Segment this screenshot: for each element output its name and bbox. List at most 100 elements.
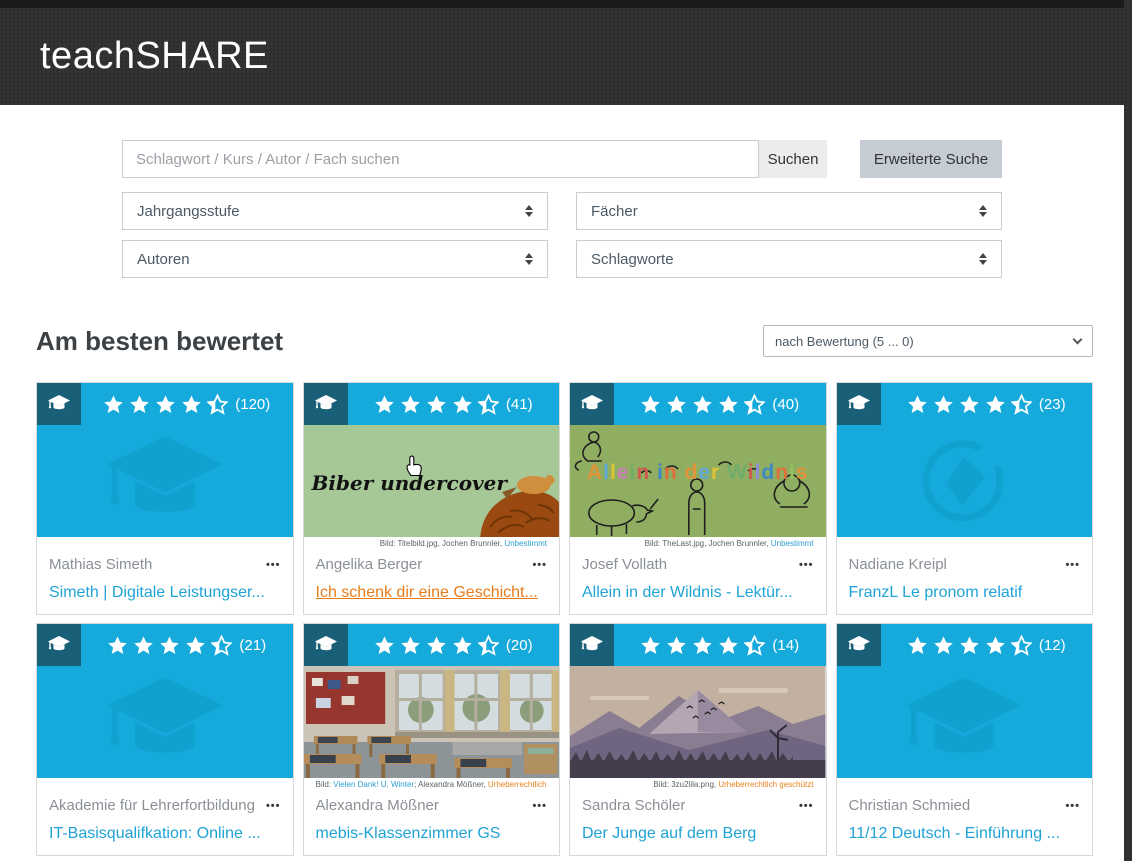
course-card: (120) Mathias Simeth ••• Simeth | Digita… [36,382,294,615]
course-image[interactable] [570,666,826,778]
app-header: teachSHARE [0,8,1132,105]
author-name: Mathias Simeth [49,556,152,573]
rating-bar: (40) [570,383,826,425]
rating-count: (21) [239,637,266,654]
card-footer: Bild: TheLast.jpg, Jochen Brunnler, Unbe… [570,538,826,614]
sort-updown-icon [525,253,533,265]
image-title-text: Allein in der Wildnis [570,461,826,485]
image-credit [49,779,281,790]
page-content: Suchen Erweiterte Suche Jahrgangsstufe F… [0,105,1124,861]
mountain-illustration [570,666,826,778]
rating: (14) [614,624,826,666]
image-credit: Bild: 3zu2lila.png, Urheberrechtlich ges… [582,779,814,790]
course-image[interactable]: Biber undercover [304,425,560,537]
image-credit [49,538,281,549]
image-credit [849,779,1081,790]
course-title-link[interactable]: Simeth | Digitale Leistungser... [49,584,281,602]
course-image[interactable] [837,425,1093,537]
filter-label: Schlagworte [591,251,674,268]
course-image[interactable] [37,666,293,778]
course-card: (21) Akademie für Lehrerfortbildung ••• … [36,623,294,856]
filter-jahrgangsstufe[interactable]: Jahrgangsstufe [122,192,548,230]
search-button[interactable]: Suchen [759,140,827,178]
rating: (12) [881,624,1093,666]
star-rating-icons[interactable] [103,394,228,415]
course-title-link[interactable]: mebis-Klassenzimmer GS [316,825,548,843]
sort-updown-icon [979,253,987,265]
course-title-link[interactable]: IT-Basisqualifkation: Online ... [49,825,281,843]
graduation-cap-placeholder-icon [90,666,240,778]
course-title-link[interactable]: FranzL Le pronom relatif [849,584,1081,602]
course-title-link[interactable]: Der Junge auf dem Berg [582,825,814,843]
rating-count: (23) [1039,396,1066,413]
course-title-link[interactable]: Allein in der Wildnis - Lektür... [582,584,814,602]
rating-bar: (120) [37,383,293,425]
rating: (23) [881,383,1093,425]
sort-updown-icon [979,205,987,217]
graduation-cap-icon [314,635,338,655]
more-menu-icon[interactable]: ••• [1065,559,1080,571]
mouse-cursor-icon [404,455,424,479]
filter-label: Fächer [591,203,638,220]
graduation-cap-icon [847,394,871,414]
more-menu-icon[interactable]: ••• [266,559,281,571]
star-rating-icons[interactable] [640,635,765,656]
card-footer: Bild: 3zu2lila.png, Urheberrechtlich ges… [570,779,826,855]
brand-logo: teachSHARE [40,35,269,78]
rating-count: (12) [1039,637,1066,654]
sort-select[interactable]: nach Bewertung (5 ... 0) [763,325,1093,357]
star-rating-icons[interactable] [640,394,765,415]
more-menu-icon[interactable]: ••• [1065,800,1080,812]
rating-count: (20) [506,637,533,654]
author-name: Alexandra Mößner [316,797,439,814]
sort-updown-icon [525,205,533,217]
graduation-cap-icon [847,635,871,655]
image-credit: Bild: Titelbild.jpg, Jochen Brunnler, Un… [316,538,548,549]
star-rating-icons[interactable] [907,394,1032,415]
course-title-link[interactable]: 11/12 Deutsch - Einführung ... [849,825,1081,843]
star-rating-icons[interactable] [374,394,499,415]
card-footer: Mathias Simeth ••• Simeth | Digitale Lei… [37,538,293,614]
course-badge [37,624,81,666]
course-image[interactable] [304,666,560,778]
course-title-link[interactable]: Ich schenk dir eine Geschicht... [316,584,548,602]
card-footer: Christian Schmied ••• 11/12 Deutsch - Ei… [837,779,1093,855]
rating: (20) [348,624,560,666]
star-rating-icons[interactable] [107,635,232,656]
course-image[interactable]: Allein in der Wildnis [570,425,826,537]
course-card: (40) [569,382,827,615]
more-menu-icon[interactable]: ••• [532,800,547,812]
rating: (120) [81,383,293,425]
search-input[interactable] [122,140,759,178]
star-rating-icons[interactable] [374,635,499,656]
more-menu-icon[interactable]: ••• [266,800,281,812]
course-badge [837,383,881,425]
more-menu-icon[interactable]: ••• [799,800,814,812]
image-credit [849,538,1081,549]
author-name: Nadiane Kreipl [849,556,947,573]
window-top-edge [0,0,1132,8]
more-menu-icon[interactable]: ••• [532,559,547,571]
course-image[interactable] [837,666,1093,778]
card-footer: Akademie für Lehrerfortbildung ••• IT-Ba… [37,779,293,855]
course-badge [837,624,881,666]
filter-schlagworte[interactable]: Schlagworte [576,240,1002,278]
mebis-logo-icon [914,431,1014,531]
course-badge [570,624,614,666]
course-image[interactable] [37,425,293,537]
course-card: (12) Christian Schmied ••• 11/12 Deutsch… [836,623,1094,856]
star-rating-icons[interactable] [907,635,1032,656]
page-background-strip [1124,0,1132,861]
results-section: Am besten bewertet nach Bewertung (5 ...… [0,325,1124,856]
filter-faecher[interactable]: Fächer [576,192,1002,230]
course-badge [304,624,348,666]
section-heading: Am besten bewertet [36,326,283,357]
search-panel: Suchen Erweiterte Suche Jahrgangsstufe F… [122,105,1002,278]
more-menu-icon[interactable]: ••• [799,559,814,571]
rating-count: (40) [772,396,799,413]
advanced-search-button[interactable]: Erweiterte Suche [860,140,1002,178]
course-card: (23) Nadiane Kreipl ••• FranzL Le pron [836,382,1094,615]
filter-autoren[interactable]: Autoren [122,240,548,278]
filter-label: Jahrgangsstufe [137,203,240,220]
graduation-cap-icon [47,394,71,414]
